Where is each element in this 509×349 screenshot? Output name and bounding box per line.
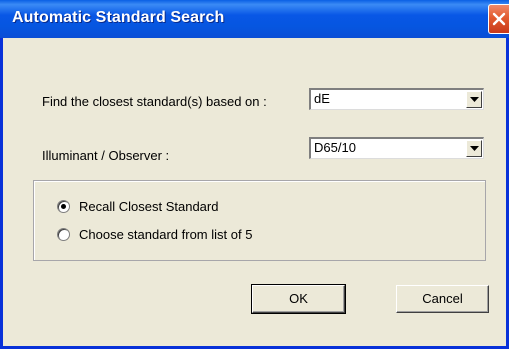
find-label: Find the closest standard(s) based on : bbox=[42, 94, 267, 109]
options-group bbox=[33, 180, 486, 261]
criterion-dropdown[interactable]: dE bbox=[309, 88, 484, 110]
radio-recall-closest[interactable]: Recall Closest Standard bbox=[57, 199, 317, 217]
radio-label: Choose standard from list of 5 bbox=[79, 227, 253, 242]
illuminant-label: Illuminant / Observer : bbox=[42, 148, 170, 163]
radio-label: Recall Closest Standard bbox=[79, 199, 219, 214]
window-title: Automatic Standard Search bbox=[12, 9, 225, 26]
chevron-down-icon bbox=[470, 146, 479, 151]
close-button[interactable] bbox=[488, 4, 509, 34]
criterion-value: dE bbox=[314, 91, 330, 106]
illuminant-value: D65/10 bbox=[314, 140, 356, 155]
ok-button[interactable]: OK bbox=[251, 284, 346, 314]
close-icon bbox=[492, 12, 506, 26]
radio-button-unchecked[interactable] bbox=[57, 228, 70, 241]
title-bar[interactable]: Automatic Standard Search bbox=[0, 0, 509, 38]
criterion-dropdown-button[interactable] bbox=[466, 91, 482, 108]
radio-button-checked[interactable] bbox=[57, 200, 70, 213]
chevron-down-icon bbox=[470, 97, 479, 102]
radio-choose-from-list[interactable]: Choose standard from list of 5 bbox=[57, 227, 317, 245]
cancel-button[interactable]: Cancel bbox=[396, 285, 489, 313]
illuminant-dropdown-button[interactable] bbox=[466, 140, 482, 157]
dialog-window: Automatic Standard Search Find the close… bbox=[0, 0, 509, 349]
illuminant-dropdown[interactable]: D65/10 bbox=[309, 137, 484, 159]
